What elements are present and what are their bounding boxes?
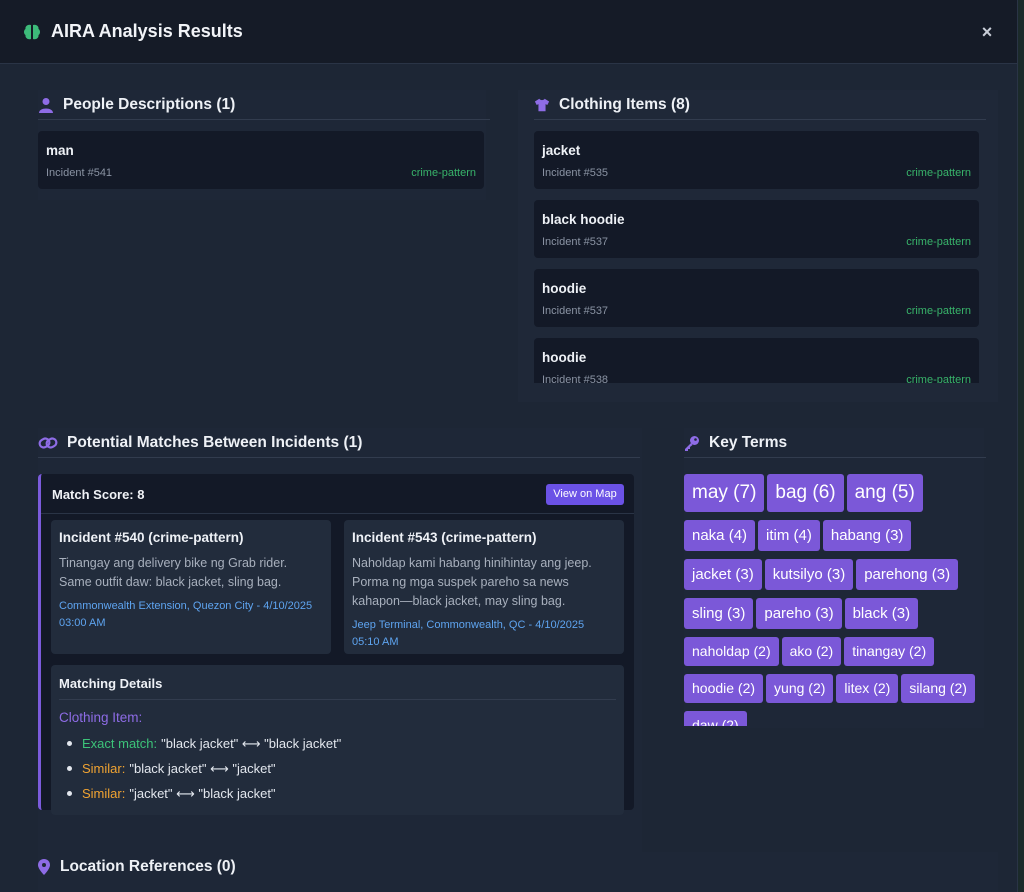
matches-header: Potential Matches Between Incidents (1) — [38, 428, 640, 458]
key-term-chip[interactable]: pareho (3) — [756, 598, 842, 629]
locations-section: Location References (0) — [38, 852, 998, 892]
incident-location[interactable]: Commonwealth Extension, Quezon City - 4/… — [59, 598, 323, 615]
key-terms-header: Key Terms — [684, 428, 986, 458]
key-term-chip[interactable]: parehong (3) — [856, 559, 959, 590]
brain-icon — [24, 24, 40, 39]
backdrop — [1018, 0, 1024, 892]
details-category: Clothing Item: — [59, 710, 143, 725]
view-on-map-button[interactable]: View on Map — [546, 484, 624, 505]
key-term-chip[interactable]: habang (3) — [822, 520, 912, 551]
incident-ref: Incident #541 — [46, 167, 113, 179]
modal-title: AIRA Analysis Results — [51, 21, 243, 41]
locations-header: Location References (0) — [38, 852, 998, 882]
people-title: People Descriptions (1) — [63, 95, 236, 113]
clothing-name: hoodie — [542, 350, 587, 365]
clothing-card: hoodie Incident #537 crime-pattern — [534, 269, 979, 327]
key-term-chip[interactable]: kutsilyo (3) — [764, 559, 854, 590]
key-terms-title: Key Terms — [709, 433, 788, 451]
person-icon — [38, 97, 54, 113]
match-card: Match Score: 8 View on Map Incident #540… — [38, 474, 634, 815]
match-item: Similar: "black jacket" ⟷ "jacket" — [59, 756, 616, 781]
key-term-chip[interactable]: hoodie (2) — [684, 674, 764, 703]
incident-ref: Incident #537 — [542, 236, 609, 248]
category-tag: crime-pattern — [906, 305, 971, 317]
incident-title: Incident #543 (crime-pattern) — [352, 530, 537, 545]
modal-body: People Descriptions (1) man Incident #54… — [8, 64, 1017, 892]
link-icon — [38, 435, 58, 451]
matching-details: Matching Details Clothing Item: Exact ma… — [51, 665, 624, 815]
key-term-chip[interactable]: litex (2) — [836, 674, 899, 703]
person-name: man — [46, 143, 74, 158]
map-pin-icon — [38, 859, 50, 875]
incident-card-b: Incident #543 (crime-pattern) Naholdap k… — [344, 520, 624, 654]
details-title: Matching Details — [59, 676, 616, 700]
close-button[interactable]: × — [979, 22, 995, 42]
shirt-icon — [534, 97, 550, 113]
match-item: Similar: "jacket" ⟷ "black jacket" — [59, 781, 616, 806]
incident-time: 03:00 AM — [59, 617, 106, 629]
key-term-chip[interactable]: naka (4) — [684, 520, 756, 551]
match-list: Exact match: "black jacket" ⟷ "black jack… — [59, 731, 616, 806]
clothing-card: hoodie Incident #538 crime-pattern — [534, 338, 979, 383]
people-section: People Descriptions (1) man Incident #54… — [38, 90, 490, 200]
key-term-chip[interactable]: naholdap (2) — [684, 637, 779, 666]
key-term-chip[interactable]: silang (2) — [901, 674, 975, 703]
modal-header: AIRA Analysis Results × — [0, 0, 1017, 64]
clothing-name: black hoodie — [542, 212, 625, 227]
key-term-chip[interactable]: jacket (3) — [684, 559, 762, 590]
category-tag: crime-pattern — [906, 374, 971, 383]
match-type: Similar: — [82, 761, 126, 776]
key-term-chip[interactable]: black (3) — [844, 598, 919, 629]
incident-location[interactable]: Jeep Terminal, Commonwealth, QC - 4/10/2… — [352, 617, 616, 634]
clothing-header: Clothing Items (8) — [534, 90, 986, 120]
category-tag: crime-pattern — [411, 167, 476, 179]
incident-ref: Incident #535 — [542, 167, 609, 179]
clothing-section: Clothing Items (8) jacket Incident #535 … — [518, 90, 998, 402]
clothing-title: Clothing Items (8) — [559, 95, 690, 113]
key-term-chip[interactable]: daw (2) — [684, 711, 747, 726]
match-score: Match Score: 8 — [52, 487, 145, 502]
matches-title: Potential Matches Between Incidents (1) — [67, 433, 363, 451]
locations-title: Location References (0) — [60, 858, 236, 875]
incident-ref: Incident #537 — [542, 305, 609, 317]
match-text: "black jacket" ⟷ "black jacket" — [161, 735, 342, 751]
people-header: People Descriptions (1) — [38, 90, 490, 120]
analysis-modal: AIRA Analysis Results × People Descripti… — [0, 0, 1018, 892]
match-text: "black jacket" ⟷ "jacket" — [129, 760, 276, 776]
match-text: "jacket" ⟷ "black jacket" — [129, 785, 276, 801]
key-term-chip[interactable]: ako (2) — [781, 637, 842, 666]
match-type: Exact match: — [82, 736, 158, 751]
key-icon — [684, 435, 700, 451]
key-term-chip[interactable]: itim (4) — [758, 520, 820, 551]
clothing-card: black hoodie Incident #537 crime-pattern — [534, 200, 979, 258]
key-term-chip[interactable]: yung (2) — [766, 674, 834, 703]
clothing-card: jacket Incident #535 crime-pattern — [534, 131, 979, 189]
incident-card-a: Incident #540 (crime-pattern) Tinangay a… — [51, 520, 331, 654]
incident-title: Incident #540 (crime-pattern) — [59, 530, 244, 545]
incident-ref: Incident #538 — [542, 374, 609, 383]
category-tag: crime-pattern — [906, 236, 971, 248]
clothing-name: jacket — [542, 143, 581, 158]
divider — [41, 513, 634, 514]
incident-description: Tinangay ang delivery bike ng Grab rider… — [59, 556, 288, 589]
clothing-list[interactable]: jacket Incident #535 crime-pattern black… — [534, 131, 979, 383]
incident-time: 05:10 AM — [352, 636, 399, 648]
matches-section: Potential Matches Between Incidents (1) … — [38, 428, 642, 876]
key-term-chip[interactable]: may (7) — [684, 474, 765, 512]
match-type: Similar: — [82, 786, 126, 801]
term-cloud: may (7) bag (6) ang (5) naka (4) itim (4) hab… — [684, 474, 986, 726]
category-tag: crime-pattern — [906, 167, 971, 179]
key-term-chip[interactable]: bag (6) — [767, 474, 844, 512]
clothing-name: hoodie — [542, 281, 587, 296]
match-item: Exact match: "black jacket" ⟷ "black jack… — [59, 731, 616, 756]
key-term-chip[interactable]: ang (5) — [846, 474, 923, 512]
person-card: man Incident #541 crime-pattern — [38, 131, 484, 189]
key-term-chip[interactable]: sling (3) — [684, 598, 754, 629]
incident-description: Naholdap kami habang hinihintay ang jeep… — [352, 556, 592, 608]
key-terms-section: Key Terms may (7) bag (6) ang (5) naka (4) i… — [684, 428, 986, 728]
key-term-chip[interactable]: tinangay (2) — [844, 637, 935, 666]
